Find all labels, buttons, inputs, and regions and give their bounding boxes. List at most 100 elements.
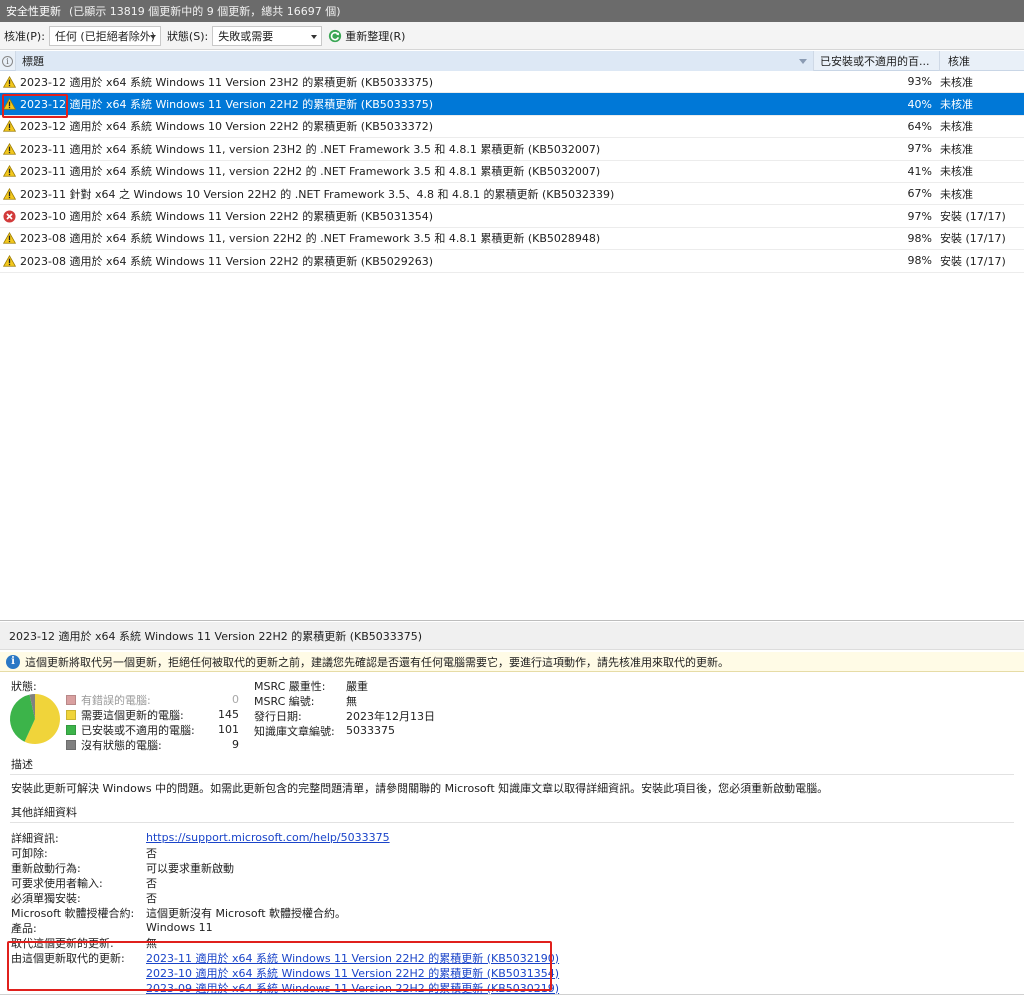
legend-item: 有錯誤的電腦: 0 [66, 692, 239, 707]
detail-title: 2023-12 適用於 x64 系統 Windows 11 Version 22… [0, 622, 1024, 650]
row-approval: 未核准 [940, 187, 973, 201]
table-row[interactable]: 2023-11 適用於 x64 系統 Windows 11, version 2… [0, 161, 1024, 183]
legend-value: 9 [232, 738, 239, 751]
warning-icon [2, 254, 16, 267]
column-header-approval[interactable]: 核准 [940, 51, 1024, 71]
detail-row-info: 詳細資訊: https://support.microsoft.com/help… [11, 830, 1024, 845]
status-filter-label: 狀態(S): [166, 29, 209, 43]
table-row[interactable]: 2023-10 適用於 x64 系統 Windows 11 Version 22… [0, 205, 1024, 228]
detail-row-product: 產品: Windows 11 [11, 920, 1024, 935]
row-percent: 41% [907, 164, 932, 178]
row-percent: 97% [907, 142, 932, 156]
updates-grid: i 標題 已安裝或不適用的百... 核准 2023-12 適用於 x64 系統 … [0, 51, 1024, 621]
superseded-update-link[interactable]: 2023-10 適用於 x64 系統 Windows 11 Version 22… [146, 965, 559, 981]
update-count-text: (已顯示 13819 個更新中的 9 個更新，總共 16697 個) [69, 5, 341, 18]
superseded-update-link[interactable]: 2023-11 適用於 x64 系統 Windows 11 Version 22… [146, 950, 559, 966]
msrc-value: 5033375 [346, 724, 395, 737]
notice-text: 這個更新將取代另一個更新，拒絕任何被取代的更新之前，建議您先確認是否還有任何電腦… [25, 655, 729, 669]
view-title: 安全性更新 [6, 5, 61, 18]
product-key: 產品: [11, 921, 37, 935]
refresh-button[interactable]: 重新整理(R) [328, 28, 405, 44]
detail-row-exclusive: 必須單獨安裝: 否 [11, 890, 1024, 905]
warning-icon [2, 165, 16, 177]
info-icon: i [6, 654, 20, 669]
detail-row-supersedes: 取代這個更新的更新: 無 [11, 935, 1024, 950]
status-legend: 有錯誤的電腦: 0 需要這個更新的電腦: 145 已安裝或不適用的電腦: 101 沒有狀態的… [66, 692, 239, 752]
row-title: 2023-08 適用於 x64 系統 Windows 11 Version 22… [20, 254, 434, 268]
row-status-icon [0, 232, 18, 245]
row-approval: 未核准 [940, 120, 973, 134]
description-header: 描述 [11, 758, 33, 771]
row-title: 2023-12 適用於 x64 系統 Windows 11 Version 22… [20, 98, 434, 112]
row-status-icon [0, 142, 18, 155]
column-header-percent[interactable]: 已安裝或不適用的百... [814, 51, 940, 71]
row-percent: 64% [907, 119, 932, 133]
title-bar: 安全性更新 (已顯示 13819 個更新中的 9 個更新，總共 16697 個) [0, 0, 1024, 22]
description-text: 安裝此更新可解決 Windows 中的問題。如需此更新包含的完整問題清單，請參閱… [11, 782, 829, 795]
msrc-row: MSRC 嚴重性: 嚴重 [254, 678, 435, 693]
table-row[interactable]: 2023-12 適用於 x64 系統 Windows 10 Version 22… [0, 116, 1024, 139]
product-value: Windows 11 [146, 921, 213, 934]
legend-value: 101 [218, 723, 239, 736]
warning-icon [2, 142, 16, 155]
row-percent: 67% [907, 187, 932, 201]
column-title-label: 標題 [22, 55, 44, 68]
error-icon [2, 209, 16, 223]
refresh-label: 重新整理(R) [345, 29, 406, 43]
legend-label: 沒有狀態的電腦: [81, 738, 162, 752]
row-approval: 未核准 [940, 165, 973, 179]
detail-row-superseded: 由這個更新取代的更新: 2023-11 適用於 x64 系統 Windows 1… [11, 950, 1024, 965]
legend-label: 已安裝或不適用的電腦: [81, 723, 195, 737]
kb-article-link[interactable]: https://support.microsoft.com/help/50333… [146, 831, 390, 844]
supersedes-value: 無 [146, 936, 157, 950]
detail-pane: 2023-12 適用於 x64 系統 Windows 11 Version 22… [0, 622, 1024, 998]
row-status-icon [0, 209, 18, 223]
removable-value: 否 [146, 846, 157, 860]
status-filter-dropdown[interactable]: 失敗或需要 [212, 25, 323, 46]
table-row[interactable]: 2023-12 適用於 x64 系統 Windows 11 Version 22… [0, 93, 1024, 116]
sort-down-icon [799, 59, 807, 64]
legend-swatch [66, 724, 76, 735]
detail-row-restart: 重新啟動行為: 可以要求重新啟動 [11, 860, 1024, 875]
status-pie-chart [10, 694, 61, 744]
restart-value: 可以要求重新啟動 [146, 861, 234, 875]
warning-icon [2, 187, 16, 200]
legend-swatch [66, 739, 76, 750]
legend-item: 沒有狀態的電腦: 9 [66, 737, 239, 752]
table-row[interactable]: 2023-12 適用於 x64 系統 Windows 11 Version 23… [0, 71, 1024, 94]
table-row[interactable]: 2023-08 適用於 x64 系統 Windows 11 Version 22… [0, 250, 1024, 273]
approval-filter-dropdown[interactable]: 任何 (已拒絕者除外) [48, 25, 161, 46]
legend-item: 已安裝或不適用的電腦: 101 [66, 722, 239, 737]
row-status-icon [0, 165, 18, 177]
row-approval: 安裝 (17/17) [940, 232, 1006, 246]
row-percent: 93% [907, 75, 932, 89]
info-icon: i [2, 55, 13, 67]
msrc-value: 嚴重 [346, 679, 368, 693]
info-key: 詳細資訊: [11, 831, 59, 845]
restart-key: 重新啟動行為: [11, 861, 81, 875]
column-header-icon[interactable]: i [0, 51, 16, 71]
chevron-down-icon [311, 34, 318, 39]
warning-icon [2, 120, 16, 133]
row-status-icon [0, 187, 18, 200]
exclusive-value: 否 [146, 891, 157, 905]
table-row[interactable]: 2023-11 適用於 x64 系統 Windows 11, version 2… [0, 138, 1024, 161]
legend-value: 0 [232, 693, 239, 706]
msrc-value: 2023年12月13日 [346, 709, 435, 723]
column-header-title[interactable]: 標題 [16, 51, 814, 71]
detail-row-user-input: 可要求使用者輸入: 否 [11, 875, 1024, 890]
grid-header: i 標題 已安裝或不適用的百... 核准 [0, 51, 1024, 71]
more-details-header: 其他詳細資料 [11, 806, 77, 819]
exclusive-key: 必須單獨安裝: [11, 891, 81, 905]
detail-row-superseded: 2023-10 適用於 x64 系統 Windows 11 Version 22… [11, 965, 1024, 980]
table-row[interactable]: 2023-11 針對 x64 之 Windows 10 Version 22H2… [0, 183, 1024, 206]
row-approval: 未核准 [940, 75, 973, 89]
row-percent: 40% [907, 97, 932, 111]
table-row[interactable]: 2023-08 適用於 x64 系統 Windows 11, version 2… [0, 228, 1024, 251]
msrc-key: 知識庫文章編號: [254, 724, 335, 738]
divider [10, 822, 1014, 823]
warning-icon [2, 98, 16, 110]
more-details: 詳細資訊: https://support.microsoft.com/help… [0, 830, 1024, 995]
grid-rows: 2023-12 適用於 x64 系統 Windows 11 Version 23… [0, 71, 1024, 273]
filter-toolbar: 核准(P): 任何 (已拒絕者除外) 狀態(S): 失敗或需要 重新整理(R) [0, 22, 1024, 50]
